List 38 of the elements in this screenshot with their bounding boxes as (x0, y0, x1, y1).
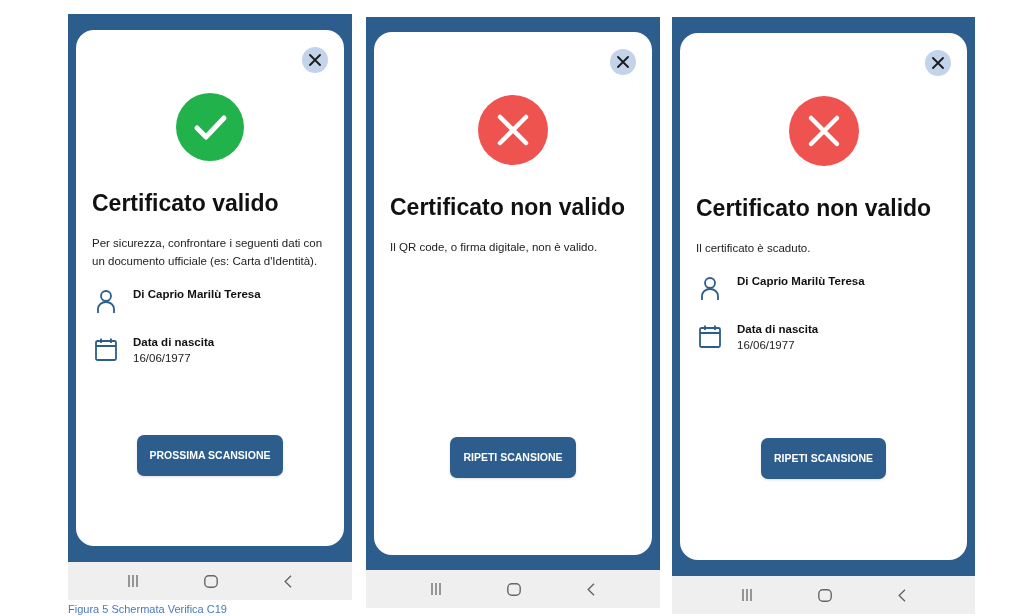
close-icon (309, 54, 321, 66)
cross-circle-icon (788, 96, 859, 166)
result-title: Certificato non valido (696, 194, 933, 222)
close-button[interactable] (302, 47, 328, 73)
close-icon (932, 57, 944, 69)
recent-apps-icon[interactable] (128, 575, 138, 587)
result-message: Per sicurezza, confrontare i seguenti dati con un documento ufficiale (es: Carta d'Identità). (92, 236, 324, 269)
holder-name: Di Caprio Marilù Teresa (737, 274, 865, 289)
cross-circle-icon (478, 95, 548, 165)
close-button[interactable] (925, 50, 951, 76)
recent-apps-icon[interactable] (741, 589, 752, 601)
birth-date-value: 16/06/1977 (737, 338, 796, 353)
close-icon (617, 56, 629, 68)
figure-caption: Figura 5 Schermata Verifica C19 (68, 602, 228, 616)
action-button[interactable]: PROSSIMA SCANSIONE (136, 435, 284, 476)
back-icon[interactable] (897, 588, 906, 602)
birth-date-label: Data di nascita (133, 335, 215, 350)
result-title: Certificato non valido (390, 193, 627, 221)
home-icon[interactable] (507, 582, 521, 596)
birth-date-label: Data di nascita (737, 322, 819, 337)
action-button[interactable]: RIPETI SCANSIONE (760, 438, 887, 479)
holder-name: Di Caprio Marilù Teresa (133, 287, 261, 302)
back-icon[interactable] (284, 574, 292, 588)
close-button[interactable] (610, 49, 636, 75)
home-icon[interactable] (817, 588, 832, 602)
result-message: Il QR code, o firma digitale, non è valido. (390, 240, 599, 255)
action-button[interactable]: RIPETI SCANSIONE (450, 437, 576, 478)
back-icon[interactable] (587, 582, 595, 596)
calendar-icon (699, 325, 721, 348)
birth-date-value: 16/06/1977 (133, 351, 192, 366)
result-title: Certificato valido (92, 189, 280, 217)
recent-apps-icon[interactable] (431, 583, 441, 595)
home-icon[interactable] (204, 574, 218, 588)
result-message: Il certificato è scaduto. (696, 241, 812, 256)
person-icon (97, 290, 115, 314)
person-icon (701, 277, 719, 301)
calendar-icon (95, 338, 117, 361)
check-circle-icon (176, 93, 244, 161)
